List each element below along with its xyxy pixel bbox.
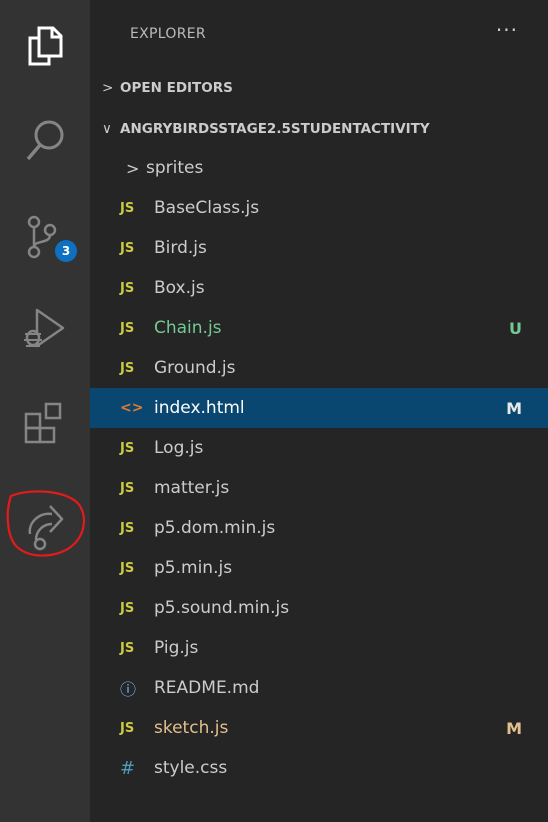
activity-bar: 3 (0, 0, 90, 822)
files-icon[interactable] (0, 24, 90, 68)
tree-file-item[interactable]: JS Pig.js (90, 628, 548, 668)
js-file-icon: JS (120, 360, 135, 376)
js-file-icon: JS (120, 440, 135, 456)
tree-item-label: Chain.js (154, 318, 222, 338)
js-file-icon: JS (120, 600, 135, 616)
tree-file-item[interactable]: JS Bird.js (90, 228, 548, 268)
js-file-icon: JS (120, 240, 135, 256)
project-folder-header[interactable]: ∨ ANGRYBIRDSSTAGE2.5STUDENTACTIVITY (102, 114, 430, 144)
tree-item-label: Bird.js (154, 238, 207, 258)
js-file-icon: JS (120, 480, 135, 496)
chevron-right-icon: > (102, 80, 114, 96)
chevron-right-icon: > (126, 158, 140, 178)
tree-item-label: p5.sound.min.js (154, 598, 290, 618)
source-control-badge: 3 (55, 240, 77, 262)
tree-file-item[interactable]: JS sketch.js M (90, 708, 548, 748)
tree-item-label: sketch.js (154, 718, 229, 738)
tree-file-item[interactable]: # style.css (90, 748, 548, 788)
project-folder-label: ANGRYBIRDSSTAGE2.5STUDENTACTIVITY (120, 121, 430, 137)
tree-item-label: BaseClass.js (154, 198, 260, 218)
css-file-icon: # (120, 757, 136, 779)
tree-item-label: matter.js (154, 478, 230, 498)
source-control-icon[interactable]: 3 (0, 212, 90, 262)
tree-item-label: index.html (154, 398, 245, 418)
tree-file-item[interactable]: JS Chain.js U (90, 308, 548, 348)
js-file-icon: JS (120, 280, 135, 296)
run-debug-icon[interactable] (0, 306, 90, 352)
tree-item-label: style.css (154, 758, 228, 778)
tree-file-item[interactable]: <> index.html M (90, 388, 548, 428)
tree-item-label: README.md (154, 678, 260, 698)
tree-item-label: p5.min.js (154, 558, 233, 578)
tree-file-item[interactable]: JS matter.js (90, 468, 548, 508)
chevron-down-icon: ∨ (102, 121, 112, 137)
tree-item-label: Pig.js (154, 638, 199, 658)
tree-file-item[interactable]: JS p5.min.js (90, 548, 548, 588)
info-file-icon: ⓘ (120, 680, 137, 699)
explorer-sidebar: EXPLORER ··· > OPEN EDITORS ∨ ANGRYBIRDSST… (90, 0, 548, 822)
live-share-icon[interactable] (0, 484, 90, 564)
git-status-badge: M (506, 718, 522, 738)
tree-item-label: Box.js (154, 278, 205, 298)
tree-file-item[interactable]: JS Ground.js (90, 348, 548, 388)
tree-file-item[interactable]: JS Box.js (90, 268, 548, 308)
html-file-icon: <> (120, 400, 144, 416)
tree-file-item[interactable]: ⓘ README.md (90, 668, 548, 708)
git-status-badge: M (506, 398, 522, 418)
js-file-icon: JS (120, 200, 135, 216)
explorer-title: EXPLORER (130, 26, 206, 42)
tree-file-item[interactable]: JS p5.dom.min.js (90, 508, 548, 548)
tree-folder-item[interactable]: > sprites (90, 148, 548, 188)
js-file-icon: JS (120, 640, 135, 656)
open-editors-header[interactable]: > OPEN EDITORS (102, 73, 233, 103)
js-file-icon: JS (120, 320, 135, 336)
tree-file-item[interactable]: JS BaseClass.js (90, 188, 548, 228)
tree-file-item[interactable]: JS p5.sound.min.js (90, 588, 548, 628)
search-icon[interactable] (0, 118, 90, 164)
js-file-icon: JS (120, 560, 135, 576)
tree-item-label: p5.dom.min.js (154, 518, 276, 538)
tree-item-label: Log.js (154, 438, 204, 458)
tree-item-label: sprites (146, 158, 204, 178)
extensions-icon[interactable] (0, 400, 90, 446)
tree-item-label: Ground.js (154, 358, 236, 378)
tree-file-item[interactable]: JS Log.js (90, 428, 548, 468)
git-status-badge: U (509, 318, 522, 338)
open-editors-label: OPEN EDITORS (120, 80, 233, 96)
js-file-icon: JS (120, 520, 135, 536)
js-file-icon: JS (120, 720, 135, 736)
more-actions-button[interactable]: ··· (496, 18, 518, 42)
